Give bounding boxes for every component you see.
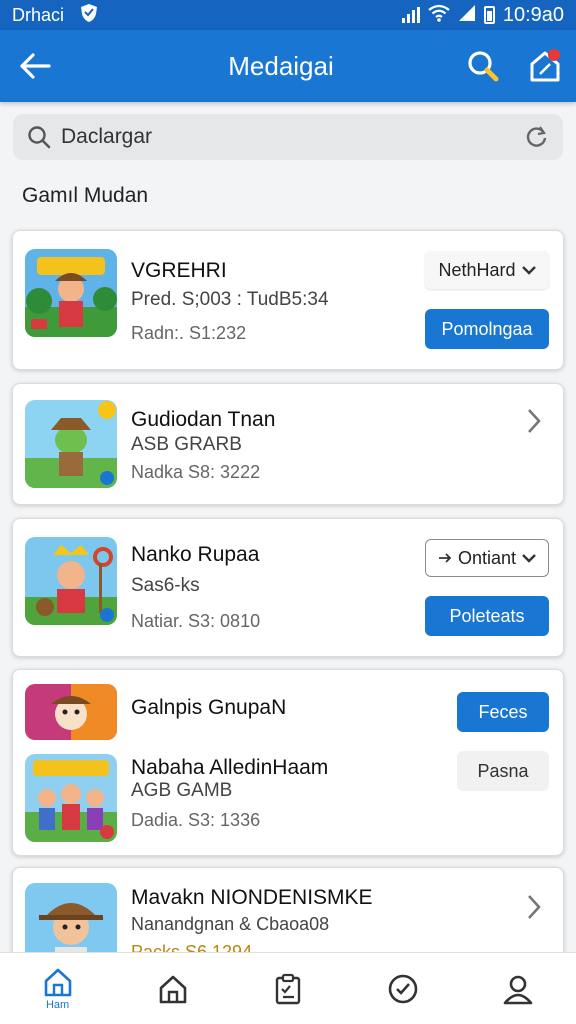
house-icon (159, 975, 187, 1003)
game-meta: Dadia. S3: 1336 (131, 810, 261, 830)
back-button[interactable] (0, 30, 70, 102)
dropdown-label: NethHard (438, 259, 516, 280)
chevron-down-icon (522, 554, 536, 563)
profile-icon (504, 975, 533, 1004)
game-dropdown[interactable]: Ontiant (425, 539, 549, 577)
nav-item-favorites[interactable] (363, 953, 443, 1024)
search-input[interactable]: Daclargar (61, 125, 525, 149)
nav-item-home[interactable]: Ham (18, 953, 98, 1024)
game-meta: Radn:. S1:232 (131, 323, 247, 343)
game-action-button[interactable]: Feces (457, 692, 549, 732)
game-thumbnail (25, 537, 117, 625)
game-meta: Natiar. S3: 0810 (131, 611, 261, 631)
notification-icon (530, 49, 560, 82)
game-title: Nabaha AlledinHaam (131, 756, 329, 779)
wifi-icon (428, 4, 450, 27)
dropdown-label: Ontiant (457, 547, 517, 568)
battery-icon (483, 6, 495, 24)
game-card[interactable]: Gudiodan Tnan ASB GRARB Nadka S8: 3222 (12, 383, 564, 505)
signal-icon (401, 7, 420, 23)
clipboard-icon (275, 973, 301, 1004)
game-dropdown[interactable]: NethHard (425, 251, 549, 289)
nav-item-tasks[interactable] (248, 953, 328, 1024)
game-action-button[interactable]: Poleteats (425, 596, 549, 636)
game-thumbnail (25, 754, 117, 842)
game-subtitle: Pred. S;003 : TudB5:34 (131, 289, 329, 310)
game-card[interactable]: Nanko Rupaa Sas6-ks Natiar. S3: 0810 Ont… (12, 518, 564, 657)
game-thumbnail (25, 684, 117, 740)
page-title: Medaigai (228, 50, 334, 81)
game-thumbnail (25, 249, 117, 337)
game-card[interactable]: Mavakn NIONDENISMKE Nanandgnan & Cbaoa08… (12, 867, 564, 971)
game-group-card[interactable]: Galnpis GnupaN Feces Nabaha AlledinHaam … (12, 669, 564, 856)
app-bar: Medaigai (0, 30, 576, 102)
game-title: Galnpis GnupaN (131, 696, 287, 719)
bottom-nav: Ham (0, 952, 576, 1024)
game-secondary-button[interactable]: Pasna (457, 751, 549, 791)
game-title: Mavakn NIONDENISMKE (131, 886, 373, 909)
game-title: Nanko Rupaa (131, 543, 260, 566)
check-circle-icon (388, 974, 418, 1003)
chevron-down-icon (521, 266, 536, 275)
status-bar: Drhaci 10:9a0 (0, 0, 576, 30)
game-card[interactable]: VGREHRI Pred. S;003 : TudB5:34 Radn:. S1… (12, 230, 564, 370)
game-title: Gudiodan Tnan (131, 408, 276, 431)
nav-item-profile[interactable] (478, 953, 558, 1024)
refresh-icon[interactable] (525, 125, 549, 149)
game-subtitle: AGB GAMB (131, 780, 233, 801)
search-bar[interactable]: Daclargar (13, 114, 563, 160)
notification-button[interactable] (514, 30, 576, 102)
arrow-right-icon (438, 553, 452, 563)
game-meta: Nadka S8: 3222 (131, 462, 261, 482)
game-thumbnail (25, 400, 117, 488)
chevron-right-icon[interactable] (523, 406, 545, 436)
clock-label: 10:9a0 (502, 3, 564, 26)
shield-icon (80, 3, 98, 28)
game-subtitle: Sas6-ks (131, 575, 200, 596)
cell-signal-icon (458, 4, 476, 27)
section-title: Gamıl Mudan (22, 184, 149, 207)
game-subtitle: ASB GRARB (131, 434, 242, 455)
search-button[interactable] (452, 30, 514, 102)
carrier-label: Drhaci (12, 4, 65, 25)
search-icon (28, 126, 51, 149)
game-action-button[interactable]: Pomolngaa (425, 309, 549, 349)
nav-item-label: Ham (45, 999, 70, 1011)
back-arrow-icon (20, 53, 51, 79)
game-title: VGREHRI (131, 259, 227, 282)
game-subtitle: Nanandgnan & Cbaoa08 (131, 914, 330, 934)
search-icon (468, 51, 499, 82)
nav-item-house[interactable] (133, 953, 213, 1024)
chevron-right-icon[interactable] (523, 892, 545, 922)
home-icon (44, 968, 71, 997)
